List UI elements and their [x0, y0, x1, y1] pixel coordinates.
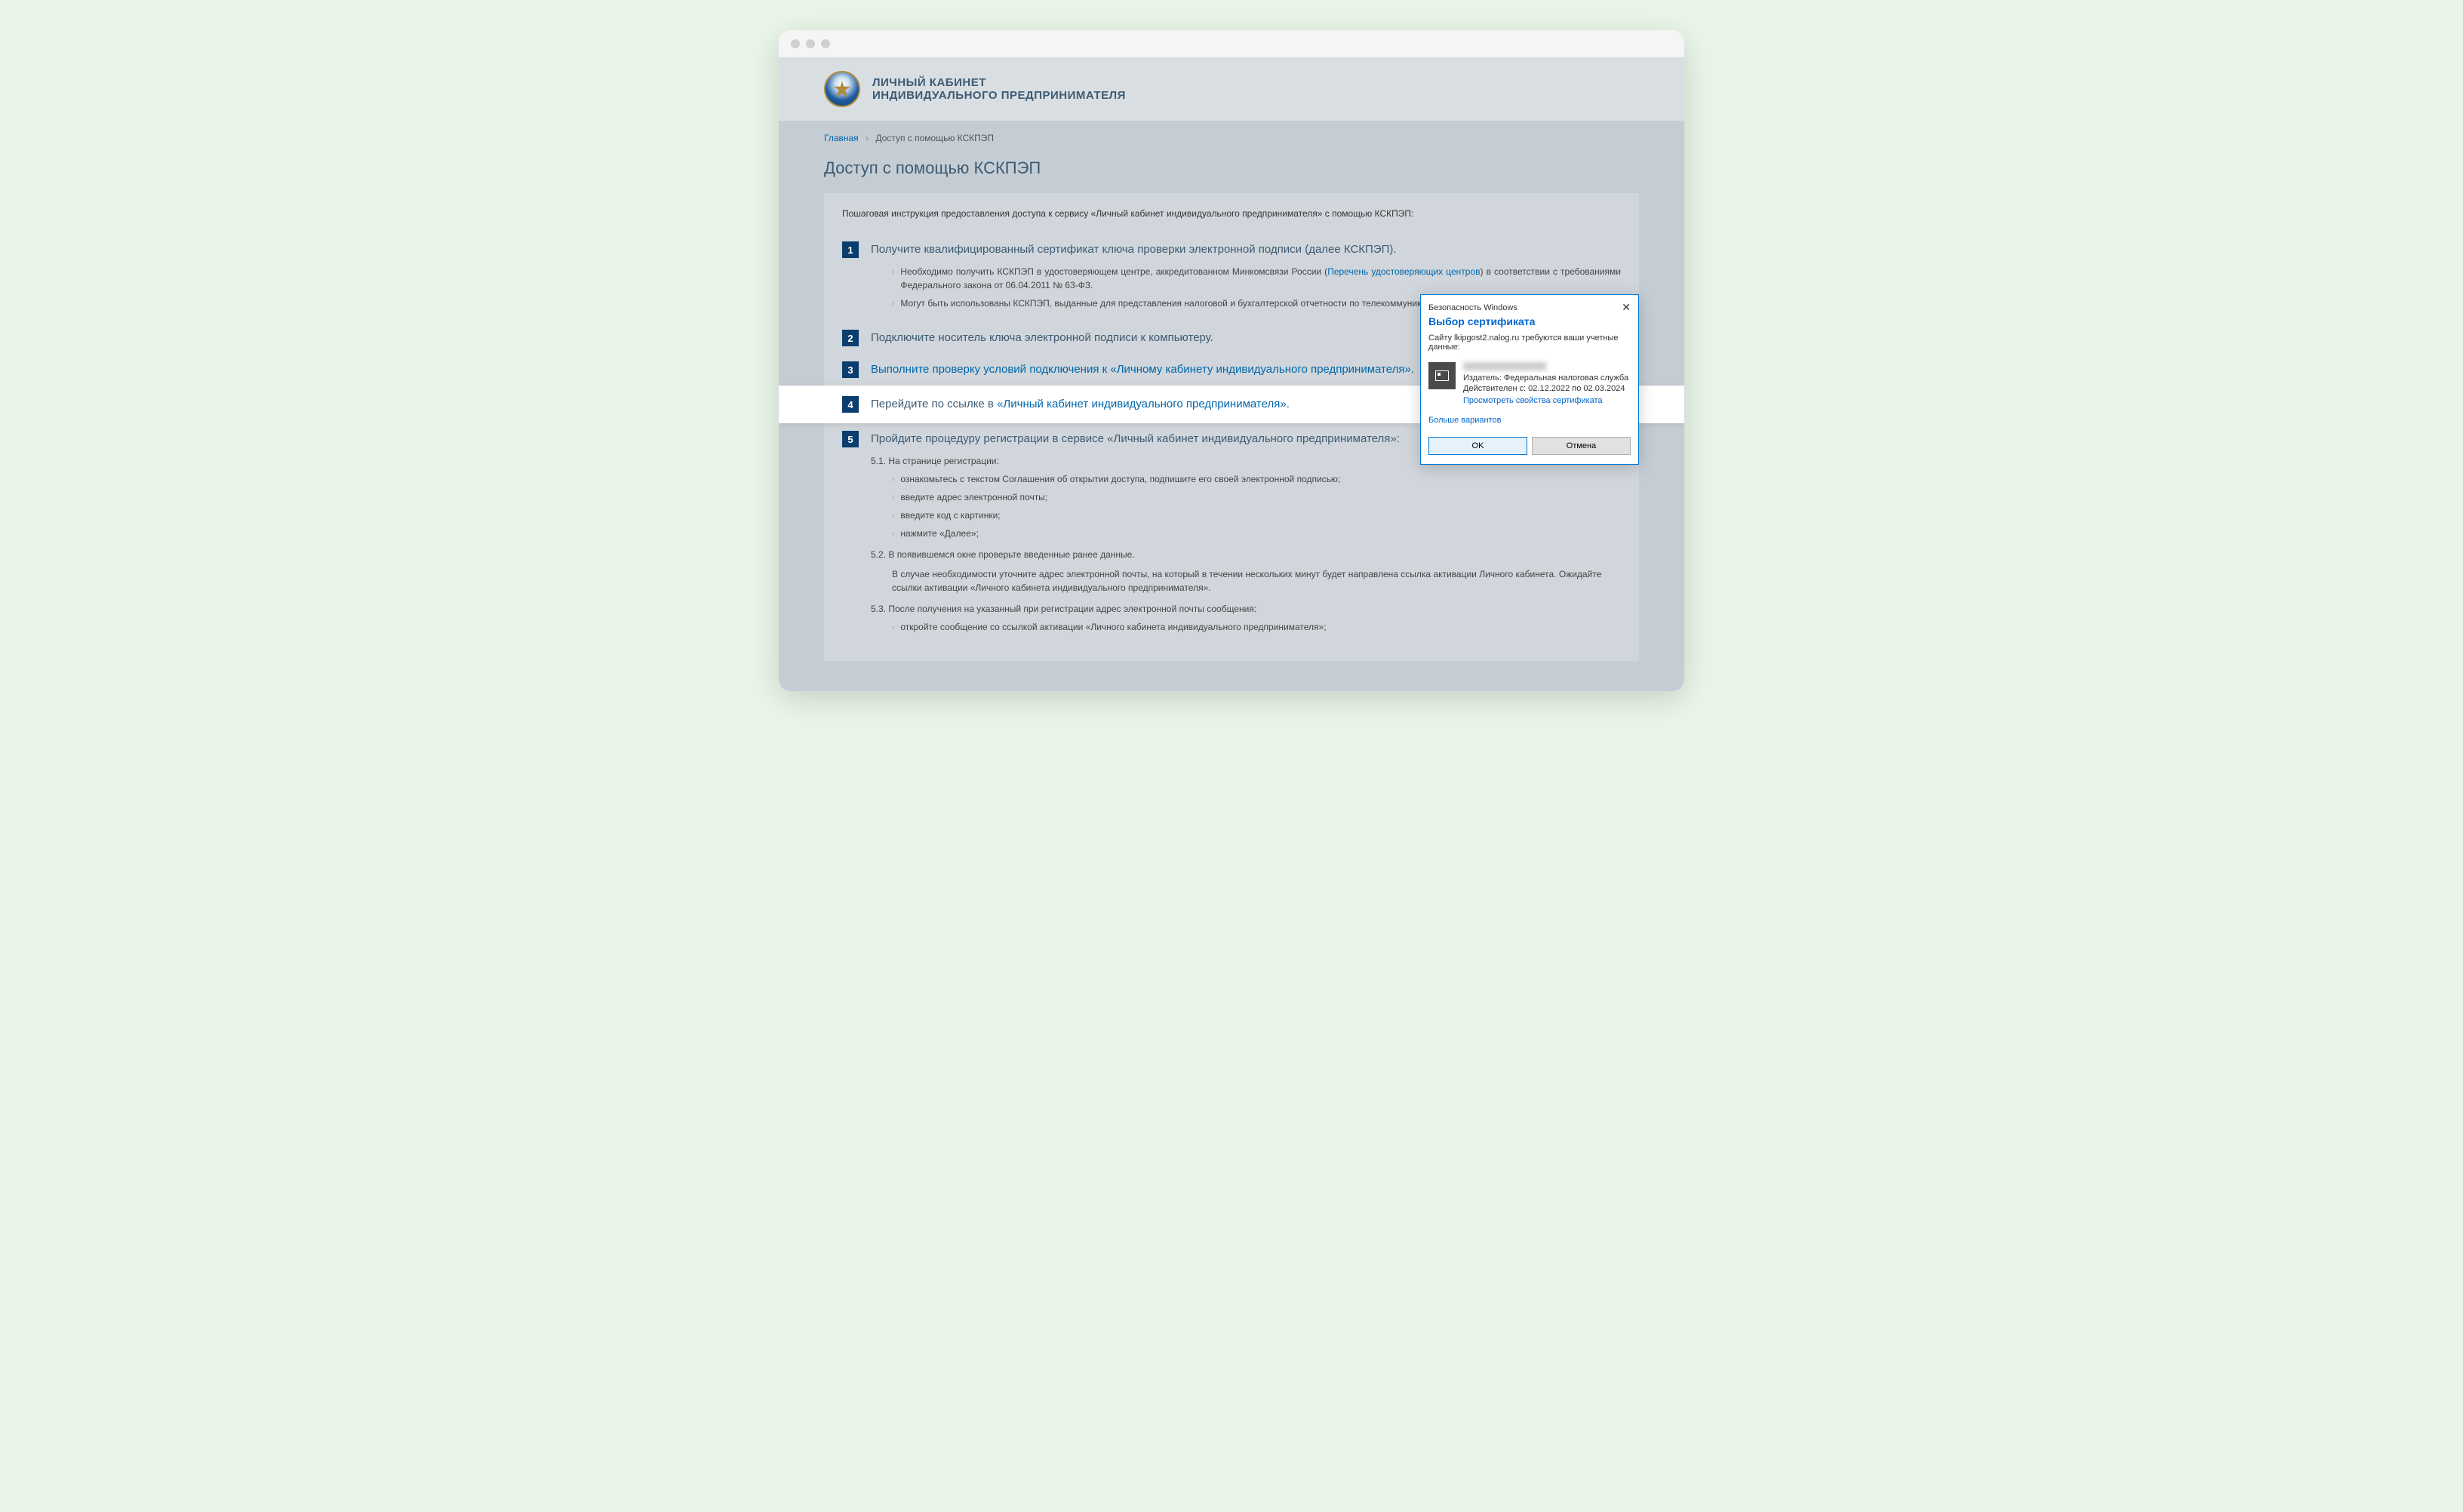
chevron-right-icon: › — [892, 298, 894, 310]
check-connection-link[interactable]: «Личному кабинету индивидуального предпр… — [1110, 363, 1410, 376]
breadcrumb-home[interactable]: Главная — [824, 133, 859, 143]
step-number: 3 — [842, 361, 859, 378]
step-5-3: 5.3. После получения на указанный при ре… — [871, 602, 1621, 616]
chevron-right-icon: › — [892, 266, 894, 292]
certificate-icon — [1428, 362, 1456, 389]
page-title: Доступ с помощью КСКПЭП — [779, 155, 1684, 193]
ok-button[interactable]: OK — [1428, 437, 1527, 455]
step-5-1-i4: нажмите «Далее»; — [900, 527, 978, 540]
intro-text: Пошаговая инструкция предоставления дост… — [842, 208, 1621, 219]
step-number: 2 — [842, 330, 859, 346]
dialog-message: Сайту lkipgost2.nalog.ru требуются ваши … — [1421, 330, 1638, 359]
chevron-right-icon: › — [866, 133, 869, 143]
view-cert-properties-link[interactable]: Просмотреть свойства сертификата — [1463, 396, 1628, 405]
traffic-light-maximize[interactable] — [821, 39, 830, 48]
chevron-right-icon: › — [892, 474, 894, 486]
traffic-light-close[interactable] — [791, 39, 800, 48]
step-number: 1 — [842, 241, 859, 258]
browser-window: ЛИЧНЫЙ КАБИНЕТ ИНДИВИДУАЛЬНОГО ПРЕДПРИНИ… — [779, 30, 1684, 691]
certificate-validity: Действителен с: 02.12.2022 по 02.03.2024 — [1463, 384, 1628, 393]
certificate-name-blurred — [1463, 362, 1546, 370]
breadcrumb-current: Доступ с помощью КСКПЭП — [875, 133, 994, 143]
close-icon[interactable]: ✕ — [1622, 301, 1631, 314]
step-5-2: 5.2. В появившемся окне проверьте введен… — [871, 548, 1621, 561]
step-number: 4 — [842, 396, 859, 413]
certificate-issuer: Издатель: Федеральная налоговая служба — [1463, 373, 1628, 383]
chevron-right-icon: › — [892, 510, 894, 522]
step-5-1-i1: ознакомьтесь с текстом Соглашения об отк… — [900, 472, 1340, 486]
site-header: ЛИЧНЫЙ КАБИНЕТ ИНДИВИДУАЛЬНОГО ПРЕДПРИНИ… — [779, 57, 1684, 121]
header-title-line1: ЛИЧНЫЙ КАБИНЕТ — [872, 76, 1126, 89]
window-titlebar — [779, 30, 1684, 57]
fns-logo-icon — [824, 71, 860, 107]
cabinet-link[interactable]: «Личный кабинет индивидуального предприн… — [997, 398, 1287, 410]
step-5-3-i1: откройте сообщение со ссылкой активации … — [900, 620, 1326, 634]
traffic-light-minimize[interactable] — [806, 39, 815, 48]
chevron-right-icon: › — [892, 492, 894, 504]
step-5-1-i3: введите код с картинки; — [900, 509, 1000, 522]
dialog-security-label: Безопасность Windows — [1428, 303, 1517, 312]
cert-centers-link[interactable]: Перечень удостоверяющих центров — [1327, 266, 1480, 277]
step-1-title: Получите квалифицированный сертификат кл… — [871, 241, 1621, 257]
step-5-1-i2: введите адрес электронной почты; — [900, 490, 1047, 504]
certificate-dialog: Безопасность Windows ✕ Выбор сертификата… — [1420, 294, 1639, 465]
more-options-link[interactable]: Больше вариантов — [1421, 408, 1638, 432]
chevron-right-icon: › — [892, 622, 894, 634]
header-title-line2: ИНДИВИДУАЛЬНОГО ПРЕДПРИНИМАТЕЛЯ — [872, 89, 1126, 102]
certificate-item[interactable]: Издатель: Федеральная налоговая служба Д… — [1421, 359, 1638, 408]
chevron-right-icon: › — [892, 528, 894, 540]
step-number: 5 — [842, 431, 859, 447]
cancel-button[interactable]: Отмена — [1532, 437, 1631, 455]
breadcrumb: Главная › Доступ с помощью КСКПЭП — [779, 121, 1684, 155]
step-1-sub-1: Необходимо получить КСКПЭП в удостоверяю… — [900, 265, 1621, 292]
dialog-title: Выбор сертификата — [1421, 315, 1638, 330]
step-5-2-para: В случае необходимости уточните адрес эл… — [892, 567, 1621, 595]
